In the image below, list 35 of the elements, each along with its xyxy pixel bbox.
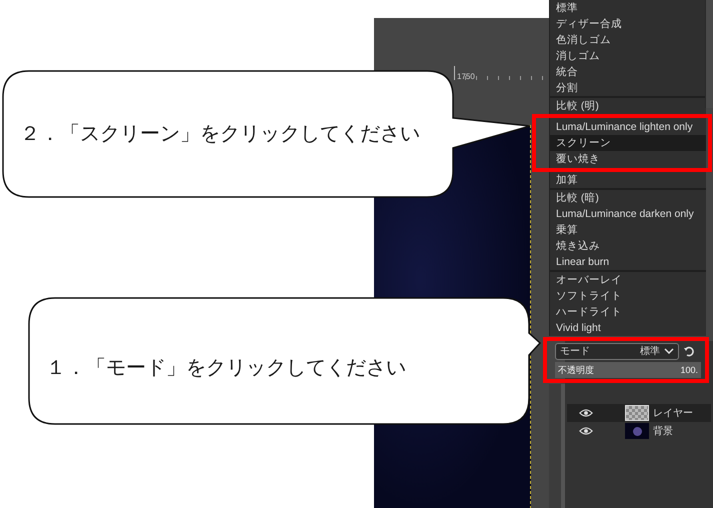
menu-item[interactable]: Vivid light (550, 320, 706, 336)
scrollbar[interactable] (705, 0, 713, 108)
menu-item[interactable]: 統合 (550, 64, 706, 80)
menu-item[interactable]: 乗算 (550, 222, 706, 238)
menu-item[interactable]: Luma/Luminance lighten only (550, 119, 706, 135)
menu-item[interactable]: 比較 (明) (550, 98, 706, 114)
mode-dropdown[interactable]: モード 標準 (555, 342, 679, 360)
menu-item[interactable]: ディザー合成 (550, 16, 706, 32)
reset-icon[interactable] (683, 345, 695, 357)
menu-item[interactable]: 比較 (暗) (550, 190, 706, 206)
menu-item[interactable]: ハードライト (550, 304, 706, 320)
menu-item[interactable]: Luma/Luminance darken only (550, 206, 706, 222)
opacity-field[interactable]: 不透明度 100. (555, 362, 701, 378)
menu-item[interactable]: Linear burn (550, 254, 706, 270)
menu-item[interactable]: オーバーレイ (550, 272, 706, 288)
dock-handle[interactable] (549, 384, 565, 508)
eye-icon[interactable] (579, 426, 593, 436)
layer-name: レイヤー (653, 407, 693, 420)
menu-item[interactable]: 焼き込み (550, 238, 706, 254)
eye-icon[interactable] (579, 408, 593, 418)
menu-item[interactable]: 加算 (550, 172, 706, 188)
menu-item[interactable]: 消しゴム (550, 48, 706, 64)
callout-text: ２．「スクリーン」をクリックしてください (20, 122, 420, 147)
layer-name: 背景 (653, 424, 673, 438)
menu-item[interactable]: 分割 (550, 80, 706, 96)
menu-item[interactable]: 覆い焼き (550, 151, 706, 167)
menu-item[interactable]: 色消しゴム (550, 32, 706, 48)
menu-item[interactable]: ソフトライト (550, 288, 706, 304)
callout-text: １．「モード」をクリックしてください (46, 356, 406, 381)
layer-row[interactable]: レイヤー (567, 404, 711, 422)
menu-item[interactable]: 標準 (550, 0, 706, 16)
ruler-label: 1750 (456, 72, 475, 81)
chevron-icon (664, 348, 674, 354)
menu-item[interactable]: スクリーン (550, 135, 706, 151)
layer-row[interactable]: 背景 (567, 422, 711, 440)
